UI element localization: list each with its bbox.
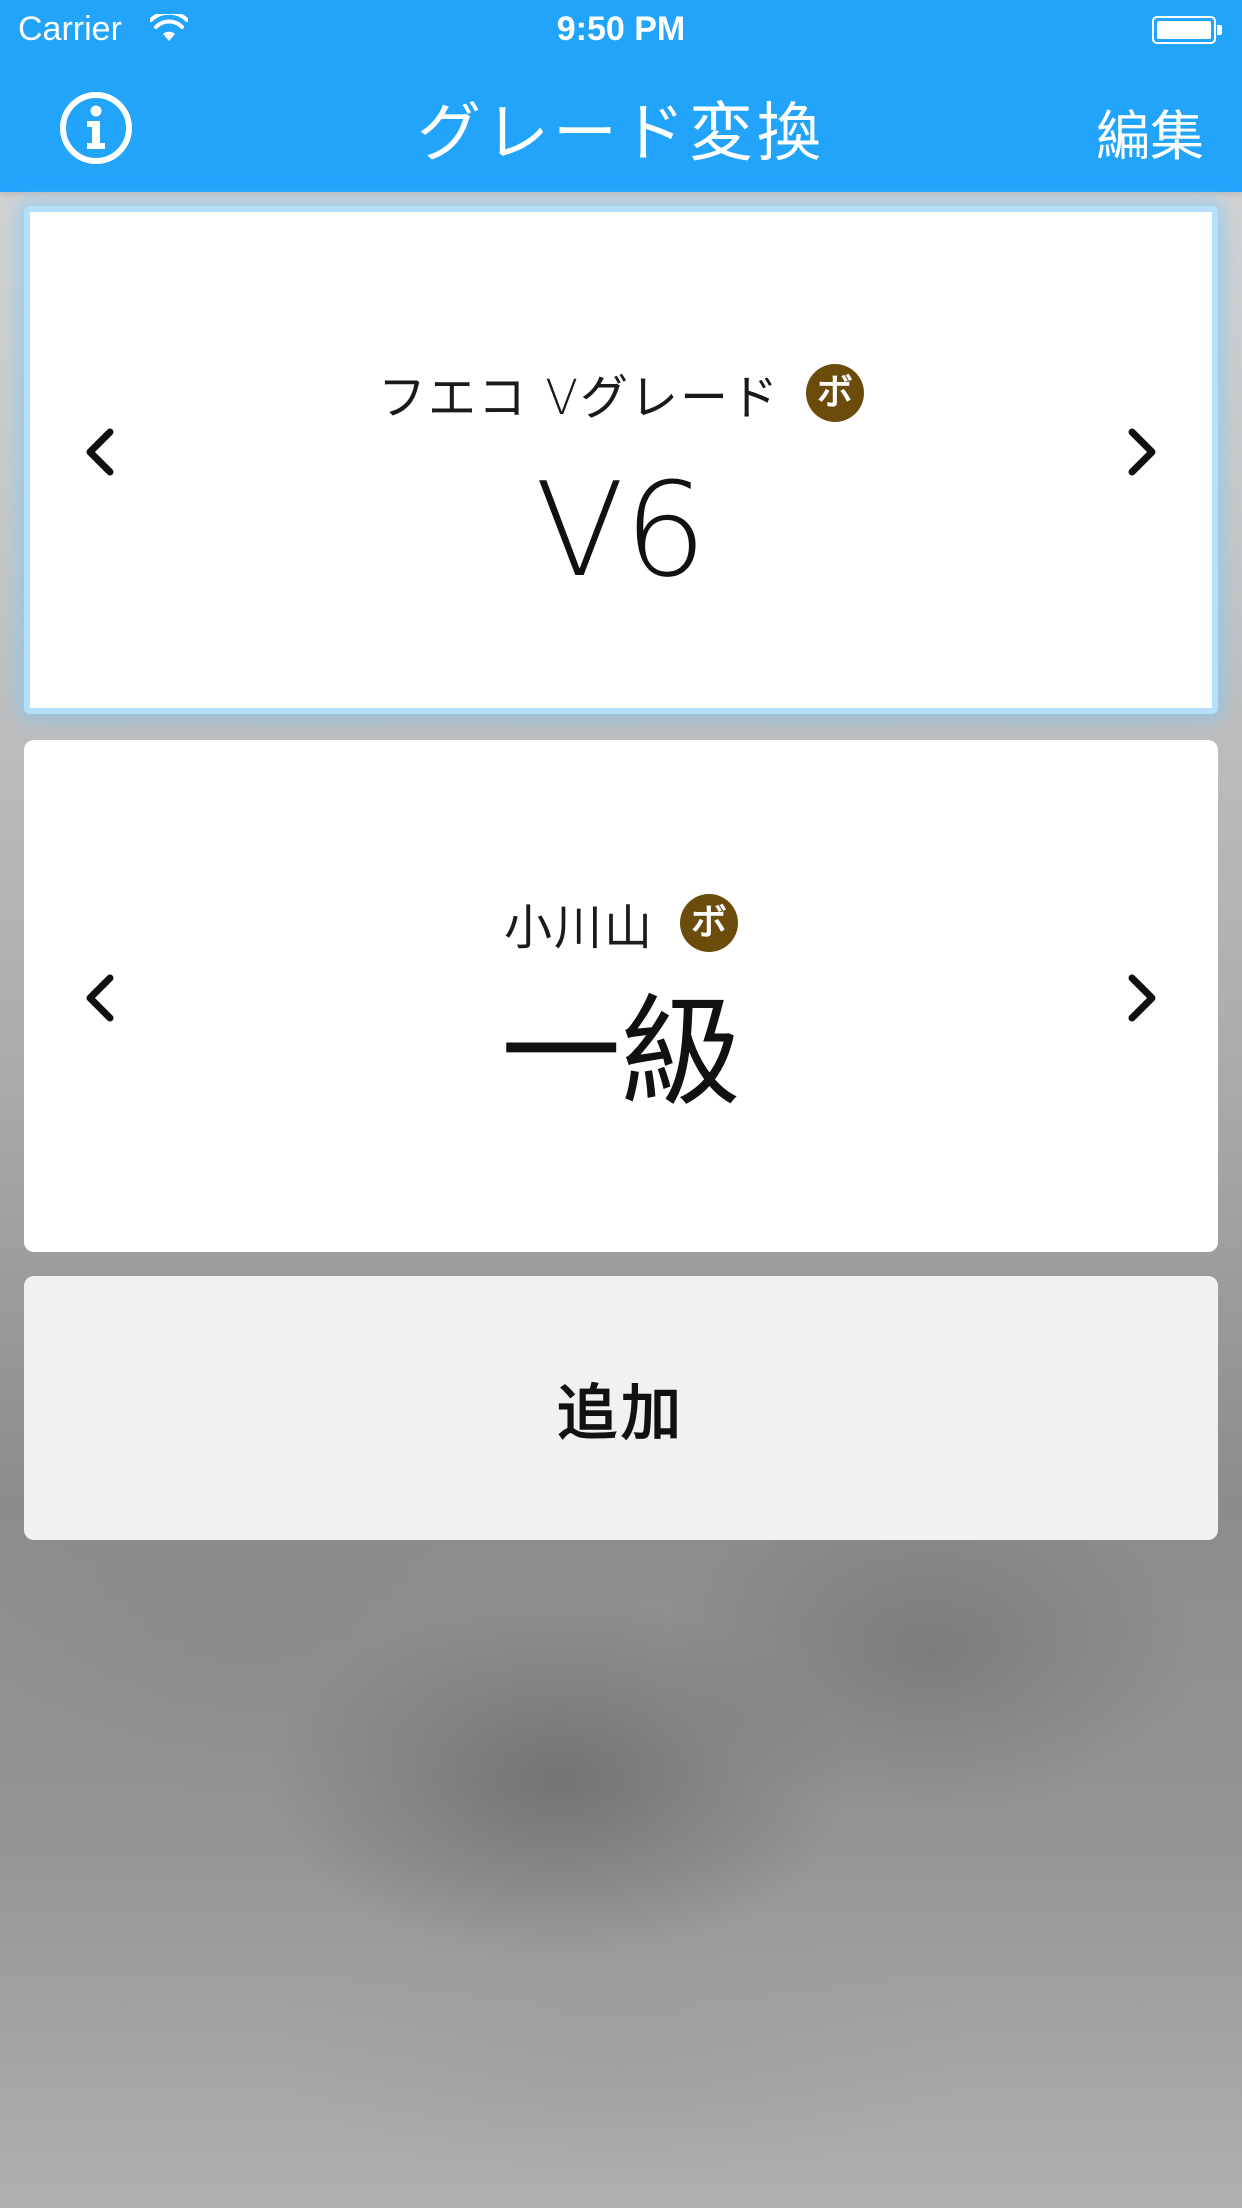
grade-card-selected[interactable]: フエコ Vグレードボ V6 xyxy=(24,206,1218,714)
navigation-bar: グレード変換 編集 xyxy=(0,60,1242,192)
chevron-right-icon[interactable] xyxy=(1112,958,1172,1038)
grade-system-name: 小川山 xyxy=(503,900,654,956)
grade-system-row: 小川山ボ xyxy=(24,888,1218,958)
grade-value: V6 xyxy=(535,454,707,606)
app-header: Carrier 9:50 PM グレード変換 編集 xyxy=(0,0,1242,192)
page-title: グレード変換 xyxy=(417,97,825,171)
edit-button[interactable]: 編集 xyxy=(1096,92,1204,171)
grade-system-name: フエコ Vグレード xyxy=(377,370,781,426)
bouldering-badge: ボ xyxy=(680,894,738,952)
grade-value: 一級 xyxy=(501,984,741,1123)
bouldering-badge: ボ xyxy=(806,364,865,422)
battery-icon xyxy=(1152,16,1224,46)
status-bar: Carrier 9:50 PM xyxy=(0,0,1242,60)
grade-card[interactable]: 小川山ボ 一級 xyxy=(24,740,1218,1252)
chevron-right-icon[interactable] xyxy=(1112,412,1172,492)
add-button[interactable]: 追加 xyxy=(24,1276,1218,1540)
status-time: 9:50 PM xyxy=(556,10,686,48)
grade-system-row: フエコ Vグレードボ xyxy=(30,358,1212,428)
